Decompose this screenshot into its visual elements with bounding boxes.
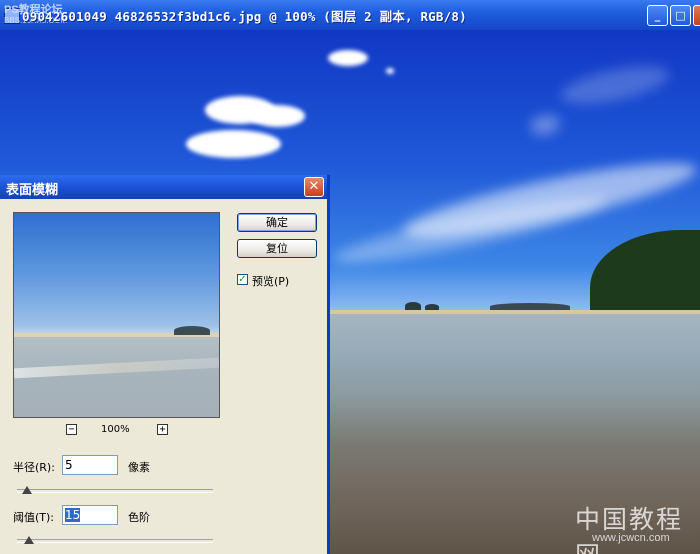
radius-value: 5: [65, 458, 73, 472]
site-watermark: 中国教程网: [575, 505, 684, 554]
zoom-level: 100%: [101, 424, 130, 435]
zoom-out-button[interactable]: −: [66, 424, 77, 435]
maximize-button[interactable]: □: [670, 5, 691, 26]
threshold-slider-thumb[interactable]: [23, 536, 34, 544]
radius-slider-track[interactable]: [17, 489, 213, 493]
maximize-icon: □: [675, 9, 686, 22]
radius-input[interactable]: 5: [62, 455, 118, 475]
minimize-icon: _: [654, 9, 661, 22]
cloud-streak: [558, 58, 672, 112]
threshold-slider-track[interactable]: [17, 539, 213, 543]
preview-checkbox-label[interactable]: 预览(P): [252, 273, 289, 289]
sandbar: [330, 310, 700, 314]
checkmark-icon: ✓: [238, 274, 247, 285]
cloud: [250, 105, 305, 127]
dialog-title: 表面模糊: [6, 183, 59, 198]
preview-island: [174, 326, 210, 335]
dialog-titlebar[interactable]: 表面模糊 ✕: [0, 175, 327, 199]
cloud: [328, 50, 368, 66]
site-watermark-url: www.jcwcn.com: [592, 532, 670, 544]
preview-checkbox[interactable]: ✓: [237, 274, 248, 285]
filter-preview[interactable]: [13, 212, 220, 418]
island: [405, 302, 421, 310]
reset-button[interactable]: 复位: [237, 239, 317, 258]
ok-button[interactable]: 确定: [237, 213, 317, 232]
green-hill: [590, 230, 700, 312]
threshold-unit: 色阶: [128, 511, 150, 524]
radius-label: 半径(R):: [13, 461, 55, 474]
surface-blur-dialog: 表面模糊 ✕ − 100% + 确定 复位 ✓ 预览(P) 半径(R): 5 像…: [0, 175, 330, 554]
radius-unit: 像素: [128, 461, 150, 474]
document-close-button[interactable]: [693, 5, 700, 26]
close-icon: ✕: [308, 179, 320, 194]
island: [490, 303, 570, 310]
zoom-in-button[interactable]: +: [157, 424, 168, 435]
cloud: [186, 130, 281, 158]
cloud-streak: [528, 112, 562, 138]
threshold-input[interactable]: 15: [62, 505, 118, 525]
dialog-close-button[interactable]: ✕: [304, 177, 324, 197]
radius-slider-thumb[interactable]: [21, 486, 32, 494]
cloud: [386, 68, 394, 74]
threshold-value: 15: [65, 508, 81, 522]
threshold-label: 阈值(T):: [13, 511, 55, 524]
document-title: 09042601049 46826532f3bd1c6.jpg @ 100% (…: [22, 9, 467, 24]
minimize-button[interactable]: _: [647, 5, 668, 26]
document-titlebar[interactable]: PS教程论坛 BBS.16XX8.COM 09042601049 4682653…: [0, 0, 700, 30]
